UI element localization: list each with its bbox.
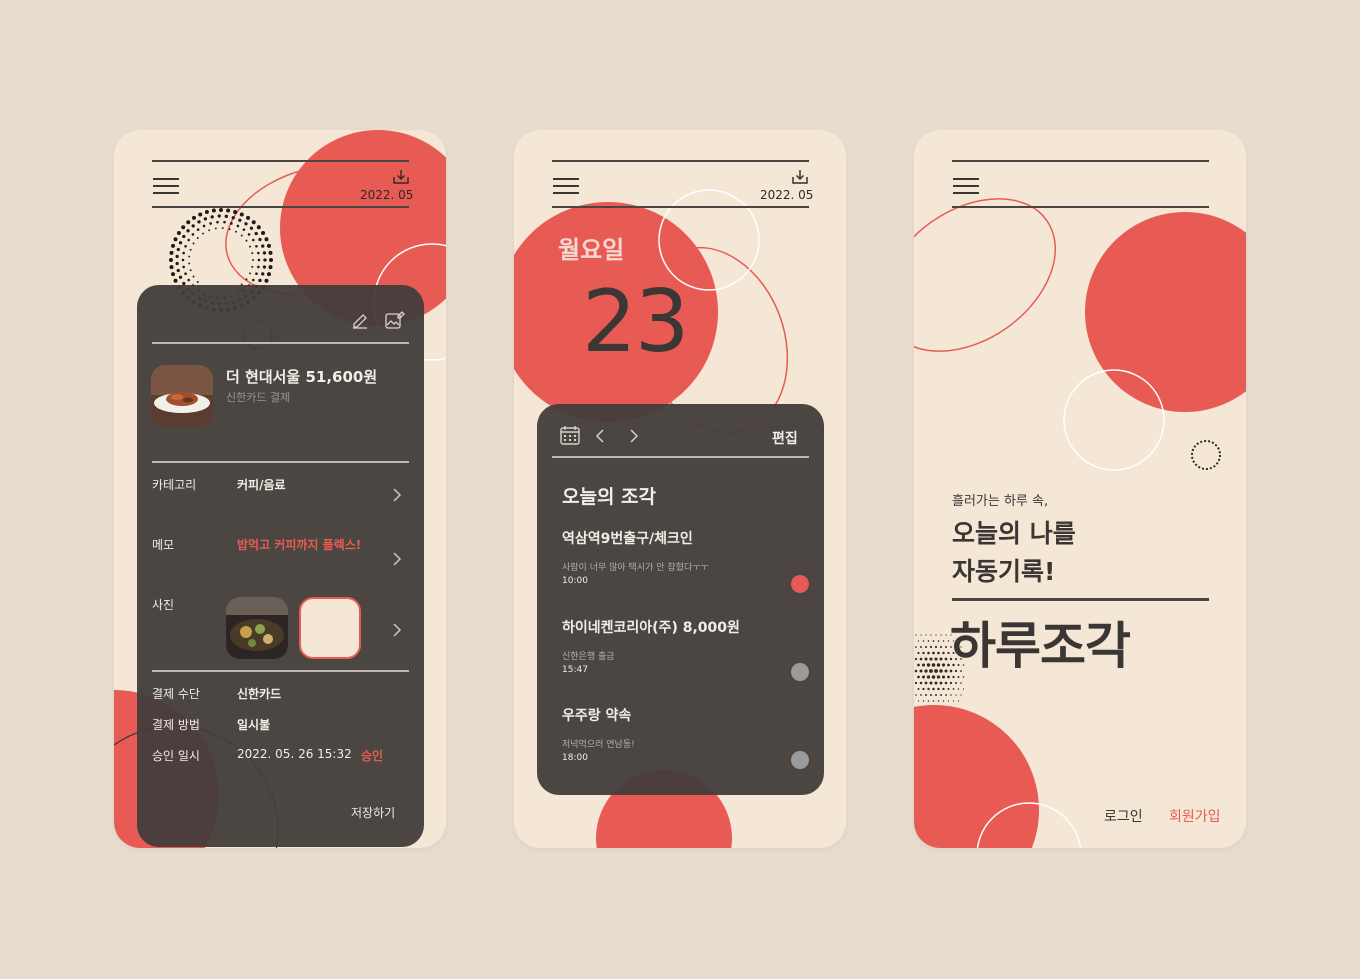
- approval-datetime: 2022. 05. 26 15:32: [237, 747, 352, 761]
- timeline-item-title: 하이네켄코리아(주) 8,000원: [562, 620, 740, 636]
- pencil-icon[interactable]: [350, 310, 370, 330]
- brand-rule: [952, 598, 1209, 601]
- timeline-item-title: 역삼역9번출구/체크인: [562, 531, 693, 547]
- section-title: 오늘의 조각: [562, 486, 657, 508]
- download-icon[interactable]: [791, 168, 809, 186]
- add-photo-slot[interactable]: [299, 597, 361, 659]
- payment-method-value: 신한카드: [237, 687, 282, 701]
- header-date: 2022. 05: [760, 188, 814, 202]
- headline-line1: 오늘의 나를: [952, 519, 1076, 548]
- timeline-item-detail: 사람이 너무 많아 택시가 안 잡혔다ㅜㅜ: [562, 563, 709, 573]
- timeline-item-title: 우주랑 약속: [562, 708, 632, 724]
- login-button[interactable]: 로그인: [1104, 806, 1143, 826]
- edit-button[interactable]: 편집: [772, 428, 798, 448]
- memo-label: 메모: [152, 538, 175, 552]
- category-label: 카테고리: [152, 478, 197, 492]
- header-top-rule: [552, 160, 809, 162]
- transaction-subtitle: 신한카드 결제: [226, 391, 291, 404]
- panel-rule: [552, 456, 809, 458]
- daily-timeline-screen: 2022. 05 월요일 23 편집 오늘의 조각 역삼역9번출구/체크인 사람…: [514, 130, 846, 848]
- menu-icon[interactable]: [553, 178, 579, 198]
- payment-method-label: 결제 수단: [152, 687, 200, 701]
- onboarding-screen: 흘러가는 하루 속, 오늘의 나를 자동기록! 하루조각 로그인 회원가입: [914, 130, 1246, 848]
- photo-label: 사진: [152, 598, 175, 612]
- transaction-title: 더 현대서울 51,600원: [226, 368, 378, 386]
- timeline-item-detail: 저녁먹으러 연남동!: [562, 740, 635, 750]
- timeline-item[interactable]: 역삼역9번출구/체크인 사람이 너무 많아 택시가 안 잡혔다ㅜㅜ 10:00: [562, 528, 812, 593]
- timeline-panel: 편집 오늘의 조각 역삼역9번출구/체크인 사람이 너무 많아 택시가 안 잡혔…: [537, 404, 824, 795]
- download-icon[interactable]: [392, 168, 410, 186]
- menu-icon[interactable]: [153, 178, 179, 198]
- timeline-item-time: 18:00: [562, 753, 588, 763]
- status-dot: [791, 663, 809, 681]
- image-edit-icon[interactable]: [383, 309, 405, 331]
- headline-line2: 자동기록!: [952, 557, 1056, 586]
- expense-detail-screen: 2022. 05 더 현대서울 51,600원 신한카드 결제 카테고리 커피/…: [114, 130, 446, 848]
- chevron-right-icon[interactable]: [629, 429, 639, 443]
- header-date: 2022. 05: [360, 188, 414, 202]
- panel-rule: [152, 461, 409, 463]
- header-top-rule: [152, 160, 409, 162]
- header-top-rule: [952, 160, 1209, 162]
- timeline-item[interactable]: 우주랑 약속 저녁먹으러 연남동! 18:00: [562, 705, 812, 769]
- payment-type-label: 결제 방법: [152, 718, 200, 732]
- chevron-right-icon[interactable]: [392, 623, 402, 637]
- chevron-right-icon[interactable]: [392, 488, 402, 502]
- header-bottom-rule: [552, 206, 809, 208]
- status-dot: [791, 751, 809, 769]
- signup-button[interactable]: 회원가입: [1169, 806, 1221, 826]
- photo-thumbnail[interactable]: [226, 597, 288, 659]
- detail-panel: 더 현대서울 51,600원 신한카드 결제 카테고리 커피/음료 메모 밥먹고…: [137, 285, 424, 847]
- chevron-right-icon[interactable]: [392, 552, 402, 566]
- save-button[interactable]: 저장하기: [351, 804, 395, 821]
- food-thumbnail[interactable]: [151, 365, 213, 427]
- timeline-item-detail: 신한은행 출금: [562, 652, 615, 662]
- chevron-left-icon[interactable]: [595, 429, 605, 443]
- menu-icon[interactable]: [953, 178, 979, 198]
- weekday-label: 월요일: [558, 236, 625, 264]
- panel-rule: [152, 342, 409, 344]
- approval-label: 승인 일시: [152, 749, 200, 763]
- status-dot-active: [791, 575, 809, 593]
- payment-type-value: 일시불: [237, 718, 271, 732]
- timeline-item-time: 15:47: [562, 665, 588, 675]
- calendar-icon[interactable]: [559, 424, 581, 446]
- timeline-item[interactable]: 하이네켄코리아(주) 8,000원 신한은행 출금 15:47: [562, 617, 812, 681]
- brand-logo: 하루조각: [950, 617, 1131, 675]
- tagline: 흘러가는 하루 속,: [952, 494, 1049, 509]
- category-value[interactable]: 커피/음료: [237, 476, 286, 493]
- background-decoration: [914, 198, 1246, 848]
- header-bottom-rule: [152, 206, 409, 208]
- panel-rule: [152, 670, 409, 672]
- approval-status: 승인: [361, 749, 384, 763]
- header-bottom-rule: [952, 206, 1209, 208]
- timeline-item-time: 10:00: [562, 576, 588, 586]
- memo-value[interactable]: 밥먹고 커피까지 플렉스!: [237, 536, 361, 553]
- day-number: 23: [582, 272, 689, 372]
